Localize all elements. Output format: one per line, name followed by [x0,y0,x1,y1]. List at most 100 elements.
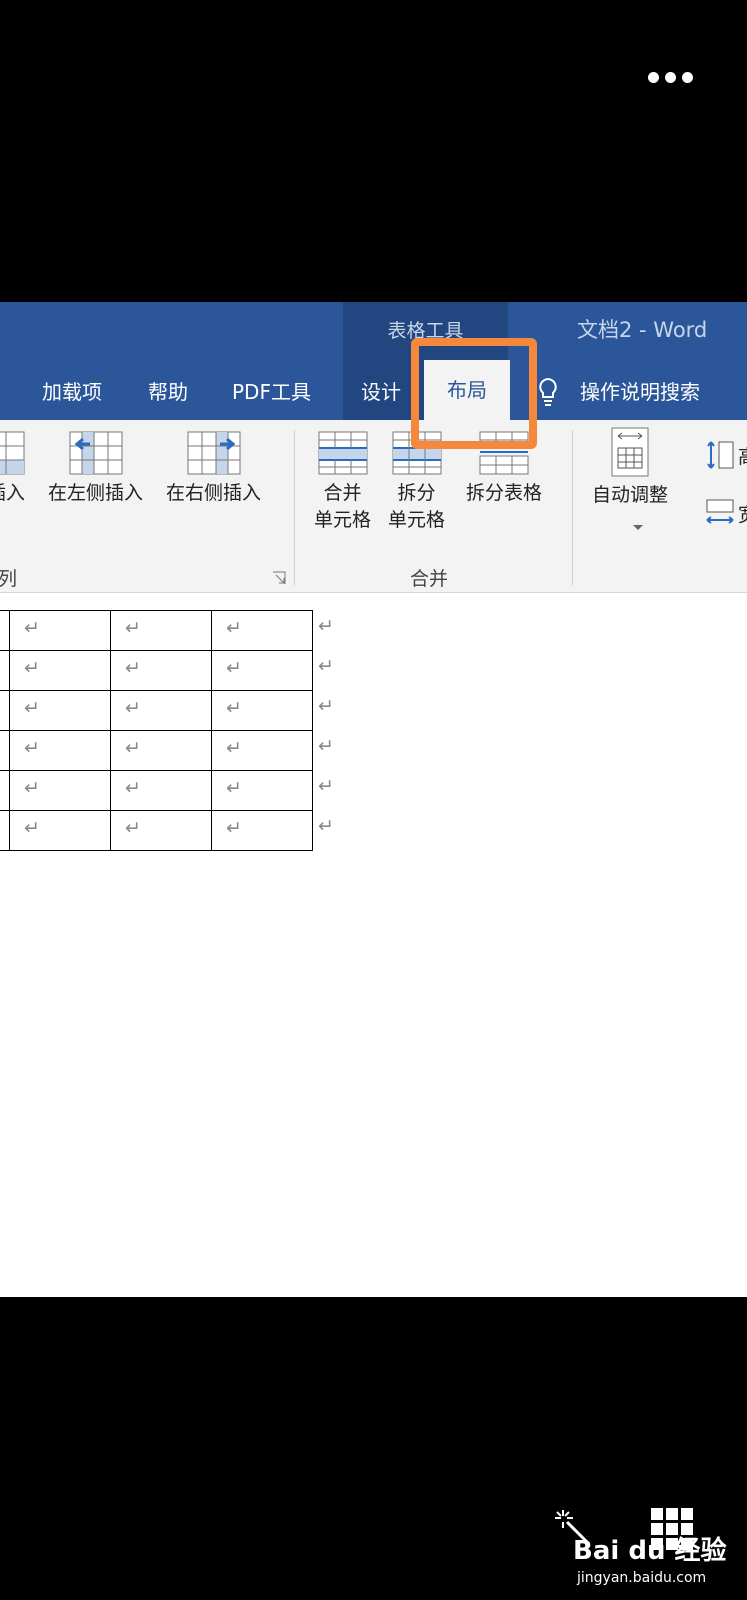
split-table-label: 拆分表格 [466,482,543,504]
merge-cells-label-2: 单元格 [314,509,372,531]
cell-end-mark: ↵ [24,657,40,679]
more-options-icon[interactable] [648,72,693,83]
cell-end-mark: ↵ [226,737,242,759]
table-cell[interactable]: ↵ [211,690,313,731]
cell-end-mark: ↵ [24,777,40,799]
cell-end-mark: ↵ [226,697,242,719]
cell-end-mark: ↵ [226,817,242,839]
table-row: ↵ ↵ ↵ [0,650,313,691]
table-cell[interactable]: ↵ [9,610,111,651]
table-cell[interactable]: ↵ [9,730,111,771]
insert-right-label: 在右侧插入 [166,482,262,504]
table-cell[interactable]: ↵ [110,770,212,811]
merge-cells-icon [318,431,367,475]
cell-end-mark: ↵ [125,697,141,719]
table-cell[interactable] [0,810,10,851]
split-cells-label-1: 拆分 [397,482,436,504]
merge-cells-button[interactable]: 合并 单元格 [314,430,371,534]
group-separator [294,430,295,585]
cell-end-mark: ↵ [125,657,141,679]
tab-addins[interactable]: 加载项 [42,376,102,405]
table-row: ↵ ↵ ↵ [0,810,313,851]
cell-end-mark: ↵ [125,617,141,639]
cell-end-mark: ↵ [125,737,141,759]
document-table[interactable]: ↵ ↵ ↵ ↵ ↵ ↵ ↵ ↵ ↵ ↵ ↵ ↵ ↵ ↵ ↵ ↵ ↵ ↵ [0,610,313,851]
table-row: ↵ ↵ ↵ [0,730,313,771]
insert-right-button[interactable]: 在右侧插入 [166,430,261,507]
watermark-brand: Bai du 经验 [573,1536,727,1566]
insert-left-icon [69,431,122,475]
rows-cols-group-label: 列 [0,568,18,590]
table-cell[interactable]: ↵ [110,690,212,731]
insert-below-button[interactable]: 插入 [0,430,26,507]
table-cell[interactable]: ↵ [211,810,313,851]
table-cell[interactable]: ↵ [211,770,313,811]
row-end-mark: ↵ [318,655,334,677]
row-end-mark: ↵ [318,695,334,717]
watermark-url: jingyan.baidu.com [577,1570,707,1586]
table-row: ↵ ↵ ↵ [0,610,313,651]
split-cells-label-2: 单元格 [388,509,446,531]
cell-end-mark: ↵ [24,737,40,759]
autofit-dropdown-arrow-icon[interactable] [633,525,643,530]
row-end-mark: ↵ [318,815,334,837]
table-cell[interactable]: ↵ [211,650,313,691]
table-cell[interactable]: ↵ [9,690,111,731]
cell-end-mark: ↵ [226,617,242,639]
autofit-label: 自动调整 [592,484,669,506]
cell-end-mark: ↵ [226,657,242,679]
row-end-mark: ↵ [318,775,334,797]
cell-end-mark: ↵ [24,617,40,639]
dot [665,72,676,83]
tell-me-search[interactable]: 操作说明搜索 [580,376,700,405]
autofit-button[interactable]: 自动调整 [592,426,668,509]
insert-left-label: 在左侧插入 [48,482,144,504]
cell-end-mark: ↵ [24,697,40,719]
autofit-icon [611,427,649,477]
group-separator [572,430,573,585]
insert-below-icon [0,431,25,475]
row-end-mark: ↵ [318,615,334,637]
table-cell[interactable] [0,650,10,691]
dialog-launcher-icon[interactable] [272,571,286,585]
row-end-mark: ↵ [318,735,334,757]
table-cell[interactable]: ↵ [9,650,111,691]
table-cell[interactable]: ↵ [110,730,212,771]
lightbulb-icon [539,377,557,406]
baidu-jingyan-watermark: Bai du 经验 jingyan.baidu.com [553,1508,733,1590]
cell-end-mark: ↵ [226,777,242,799]
dot [682,72,693,83]
cell-end-mark: ↵ [125,817,141,839]
table-row: ↵ ↵ ↵ [0,770,313,811]
ribbon: 插入 在左侧插入 在右侧插入 列 [0,420,747,593]
table-cell[interactable]: ↵ [211,730,313,771]
row-height-icon [707,441,734,469]
document-title: 文档2 - Word [577,318,708,342]
table-cell[interactable]: ↵ [211,610,313,651]
table-row: ↵ ↵ ↵ [0,690,313,731]
merge-cells-label-1: 合并 [323,482,362,504]
table-cell[interactable] [0,730,10,771]
insert-right-icon [187,431,240,475]
table-cell[interactable] [0,690,10,731]
cell-end-mark: ↵ [24,817,40,839]
cell-end-mark: ↵ [125,777,141,799]
tab-pdf-tools[interactable]: PDF工具 [232,376,311,405]
column-width-icon [706,499,734,524]
dot [648,72,659,83]
table-cell[interactable]: ↵ [110,810,212,851]
insert-below-label: 插入 [0,482,25,504]
table-cell[interactable]: ↵ [110,650,212,691]
insert-left-button[interactable]: 在左侧插入 [48,430,143,507]
table-cell[interactable]: ↵ [9,770,111,811]
table-cell[interactable]: ↵ [110,610,212,651]
height-label[interactable]: 高 [738,442,747,469]
width-label[interactable]: 宽 [738,500,747,527]
tab-help[interactable]: 帮助 [148,376,188,405]
tab-design[interactable]: 设计 [361,376,401,405]
table-cell[interactable] [0,770,10,811]
table-cell[interactable] [0,610,10,651]
merge-group-label: 合并 [410,568,449,590]
table-cell[interactable]: ↵ [9,810,111,851]
highlight-box [411,338,537,449]
